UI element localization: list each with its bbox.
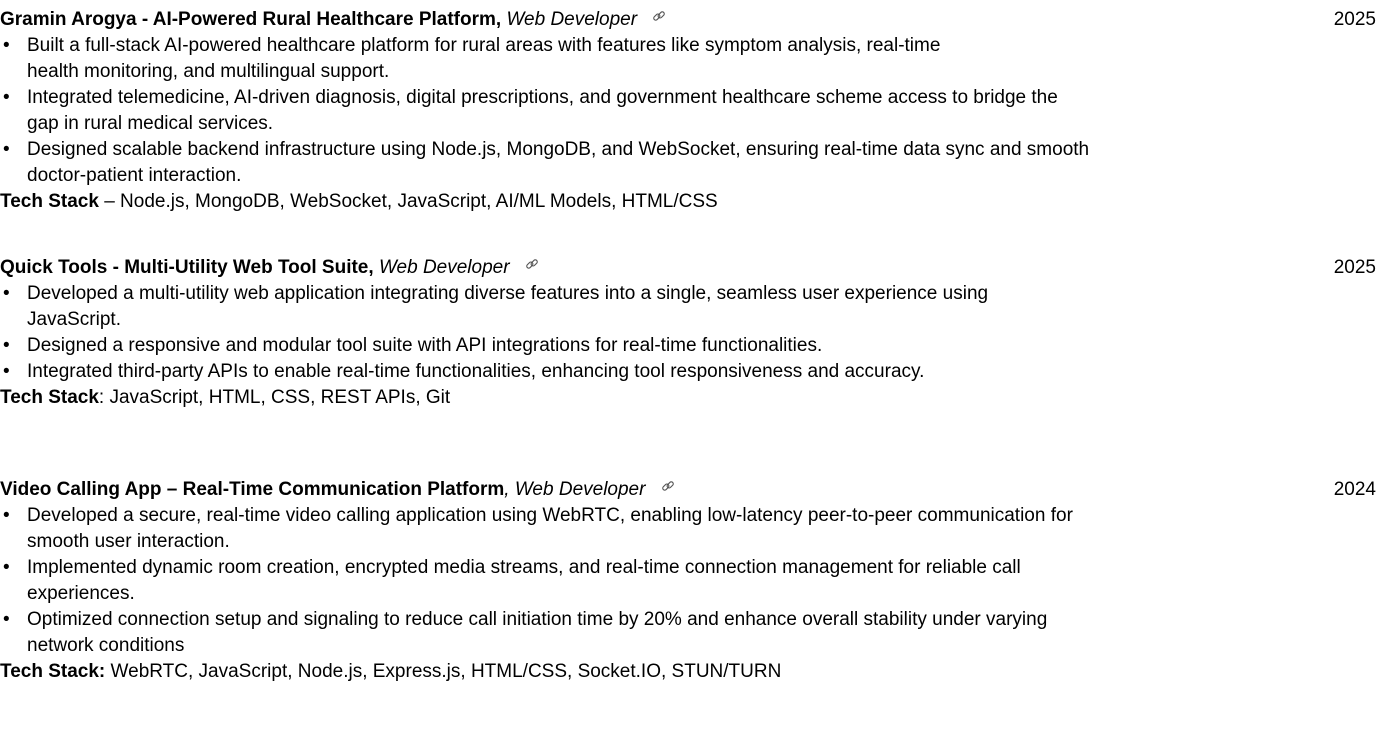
bullet-item: • Developed a multi-utility web applicat… <box>0 281 1378 333</box>
link-icon[interactable] <box>661 475 675 501</box>
bullet-item: • Implemented dynamic room creation, enc… <box>0 555 1378 607</box>
project-header: Quick Tools - Multi-Utility Web Tool Sui… <box>0 255 1378 281</box>
project-title: Quick Tools - Multi-Utility Web Tool Sui… <box>0 257 374 278</box>
bullet-item: • Integrated telemedicine, AI-driven dia… <box>0 85 1378 137</box>
project-title: Gramin Arogya - AI-Powered Rural Healthc… <box>0 9 502 30</box>
bullet-line: Designed scalable backend infrastructure… <box>27 139 1090 160</box>
bullet-item: • Designed a responsive and modular tool… <box>0 333 1378 359</box>
bullet-dot: • <box>3 35 10 56</box>
bullet-line: health monitoring, and multilingual supp… <box>27 61 390 82</box>
project-video-calling-app: Video Calling App – Real-Time Communicat… <box>0 477 1378 685</box>
bullet-item: • Designed scalable backend infrastructu… <box>0 137 1378 189</box>
tech-stack-label: Tech Stack <box>0 191 99 212</box>
bullet-dot: • <box>3 505 10 526</box>
link-icon[interactable] <box>525 253 539 279</box>
project-role: Web Developer <box>378 257 510 278</box>
bullet-line: network conditions <box>27 635 185 656</box>
project-header: Video Calling App – Real-Time Communicat… <box>0 477 1378 503</box>
link-icon[interactable] <box>652 5 666 31</box>
bullet-line: smooth user interaction. <box>27 531 230 552</box>
bullet-line: Developed a secure, real-time video call… <box>27 505 1073 526</box>
project-header: Gramin Arogya - AI-Powered Rural Healthc… <box>0 7 1378 33</box>
bullet-dot: • <box>3 609 10 630</box>
project-title: Video Calling App – Real-Time Communicat… <box>0 479 505 500</box>
bullet-item: • Developed a secure, real-time video ca… <box>0 503 1378 555</box>
bullet-line: Integrated third-party APIs to enable re… <box>27 361 925 382</box>
bullet-line: Designed a responsive and modular tool s… <box>27 335 823 356</box>
bullet-line: doctor-patient interaction. <box>27 165 242 186</box>
bullet-item: • Integrated third-party APIs to enable … <box>0 359 1378 385</box>
bullet-dot: • <box>3 557 10 578</box>
bullet-item: • Built a full-stack AI-powered healthca… <box>0 33 1378 85</box>
project-year: 2025 <box>1333 257 1376 278</box>
resume-projects-section: Gramin Arogya - AI-Powered Rural Healthc… <box>0 0 1378 746</box>
bullet-line: Optimized connection setup and signaling… <box>27 609 1048 630</box>
tech-stack-value: JavaScript, HTML, CSS, REST APIs, Git <box>109 387 451 408</box>
project-year: 2025 <box>1333 9 1376 30</box>
bullet-line: Implemented dynamic room creation, encry… <box>27 557 1021 578</box>
project-role: Web Developer <box>506 9 638 30</box>
tech-stack: Tech Stack: WebRTC, JavaScript, Node.js,… <box>0 659 1378 685</box>
tech-stack-value: Node.js, MongoDB, WebSocket, JavaScript,… <box>120 191 718 212</box>
tech-stack-separator: : <box>98 387 110 408</box>
tech-stack: Tech Stack: JavaScript, HTML, CSS, REST … <box>0 385 1378 411</box>
bullet-line: gap in rural medical services. <box>27 113 274 134</box>
bullet-line: Integrated telemedicine, AI-driven diagn… <box>27 87 1058 108</box>
bullet-dot: • <box>3 139 10 160</box>
tech-stack-label: Tech Stack: <box>0 661 106 682</box>
tech-stack-value: WebRTC, JavaScript, Node.js, Express.js,… <box>110 661 782 682</box>
bullet-dot: • <box>3 335 10 356</box>
project-role: , Web Developer <box>504 479 646 500</box>
bullet-dot: • <box>3 87 10 108</box>
tech-stack-separator: – <box>98 191 121 212</box>
project-quick-tools: Quick Tools - Multi-Utility Web Tool Sui… <box>0 255 1378 411</box>
tech-stack: Tech Stack – Node.js, MongoDB, WebSocket… <box>0 189 1378 215</box>
bullet-line: Built a full-stack AI-powered healthcare… <box>27 35 941 56</box>
tech-stack-label: Tech Stack <box>0 387 99 408</box>
bullet-dot: • <box>3 361 10 382</box>
project-year: 2024 <box>1333 479 1376 500</box>
bullet-dot: • <box>3 283 10 304</box>
bullet-line: JavaScript. <box>27 309 121 330</box>
project-gramin-arogya: Gramin Arogya - AI-Powered Rural Healthc… <box>0 7 1378 215</box>
bullet-line: Developed a multi-utility web applicatio… <box>27 283 989 304</box>
bullet-item: • Optimized connection setup and signali… <box>0 607 1378 659</box>
bullet-line: experiences. <box>27 583 135 604</box>
